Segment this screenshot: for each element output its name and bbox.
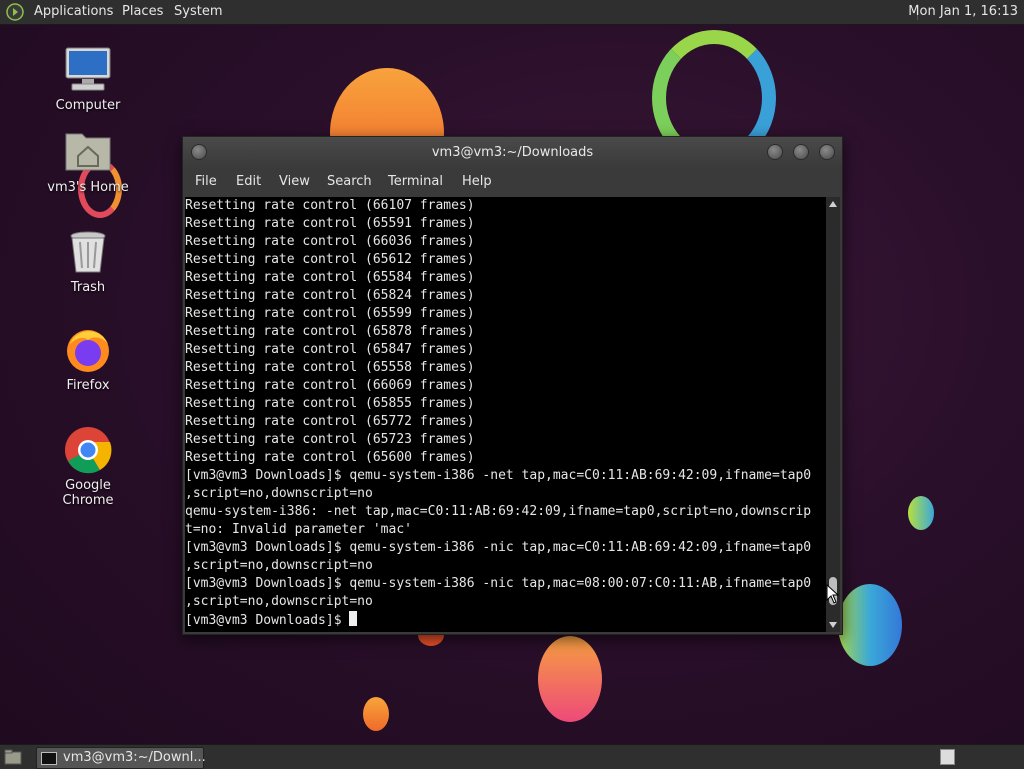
terminal-line: Resetting rate control (65584 frames) — [185, 270, 475, 285]
terminal-prompt: [vm3@vm3 Downloads]$ — [185, 613, 350, 628]
terminal-line: ,script=no,downscript=no — [185, 486, 373, 501]
desktop-icon-chrome[interactable]: Google Chrome — [38, 426, 138, 508]
terminal-line: Resetting rate control (65558 frames) — [185, 360, 475, 375]
terminal-menubar: File Edit View Search Terminal Help — [183, 168, 842, 196]
terminal-prompt-line[interactable]: [vm3@vm3 Downloads]$ — [185, 611, 826, 629]
terminal-line: ,script=no,downscript=no — [185, 594, 373, 609]
terminal-line: Resetting rate control (65723 frames) — [185, 432, 475, 447]
home-folder-icon — [64, 128, 112, 176]
desktop-icon-label: vm3's Home — [47, 180, 129, 195]
terminal-line: Resetting rate control (65878 frames) — [185, 324, 475, 339]
desktop-icon-home[interactable]: vm3's Home — [38, 128, 138, 195]
terminal-line: Resetting rate control (66036 frames) — [185, 234, 475, 249]
desktop-icon-firefox[interactable]: Firefox — [38, 326, 138, 393]
terminal-line: Resetting rate control (65855 frames) — [185, 396, 475, 411]
desktop-icon-label: Trash — [70, 280, 106, 295]
terminal-line: Resetting rate control (65600 frames) — [185, 450, 475, 465]
menu-search[interactable]: Search — [327, 174, 372, 189]
menu-file[interactable]: File — [195, 174, 217, 189]
close-button[interactable] — [819, 144, 835, 160]
show-desktop-icon[interactable] — [4, 749, 22, 765]
wallpaper-blob — [908, 496, 934, 530]
terminal-window[interactable]: vm3@vm3:~/Downloads File Edit View Searc… — [182, 136, 843, 635]
menu-terminal[interactable]: Terminal — [388, 174, 443, 189]
terminal-line: Resetting rate control (65772 frames) — [185, 414, 475, 429]
maximize-button[interactable] — [793, 144, 809, 160]
menu-view[interactable]: View — [279, 174, 310, 189]
terminal-line: [vm3@vm3 Downloads]$ qemu-system-i386 -n… — [185, 540, 812, 555]
system-menu[interactable]: System — [174, 4, 222, 19]
wallpaper-blob — [838, 584, 902, 666]
taskbar-button-label: vm3@vm3:~/Downl... — [63, 750, 206, 765]
terminal-output[interactable]: Resetting rate control (66107 frames) Re… — [185, 197, 826, 632]
terminal-line: [vm3@vm3 Downloads]$ qemu-system-i386 -n… — [185, 576, 812, 591]
terminal-line: t=no: Invalid parameter 'mac' — [185, 522, 412, 537]
places-menu[interactable]: Places — [122, 4, 163, 19]
terminal-line: Resetting rate control (65612 frames) — [185, 252, 475, 267]
terminal-line: Resetting rate control (66107 frames) — [185, 198, 475, 213]
terminal-scrollbar[interactable] — [826, 197, 840, 632]
desktop-icon-label: Computer — [55, 98, 121, 113]
scroll-down-icon[interactable] — [829, 622, 837, 628]
terminal-line: Resetting rate control (65591 frames) — [185, 216, 475, 231]
terminal-line: Resetting rate control (66069 frames) — [185, 378, 475, 393]
menu-help[interactable]: Help — [462, 174, 492, 189]
desktop-icon-computer[interactable]: Computer — [38, 46, 138, 113]
terminal-line: Resetting rate control (65847 frames) — [185, 342, 475, 357]
top-panel: Applications Places System Mon Jan 1, 16… — [0, 0, 1024, 25]
wallpaper-blob — [363, 697, 389, 731]
terminal-line: [vm3@vm3 Downloads]$ qemu-system-i386 -n… — [185, 468, 812, 483]
terminal-icon — [41, 752, 57, 765]
terminal-line: Resetting rate control (65824 frames) — [185, 288, 475, 303]
desktop-icon-trash[interactable]: Trash — [38, 228, 138, 295]
trash-icon — [64, 228, 112, 276]
terminal-line: ,script=no,downscript=no — [185, 558, 373, 573]
menu-edit[interactable]: Edit — [236, 174, 261, 189]
minimize-button[interactable] — [767, 144, 783, 160]
desktop-icon-label: Google Chrome — [62, 478, 114, 508]
window-title: vm3@vm3:~/Downloads — [431, 145, 594, 160]
computer-icon — [64, 46, 112, 94]
desktop-icon-label: Firefox — [66, 378, 110, 393]
window-titlebar[interactable]: vm3@vm3:~/Downloads — [183, 137, 842, 168]
wallpaper-blob — [538, 636, 602, 722]
terminal-line: qemu-system-i386: -net tap,mac=C0:11:AB:… — [185, 504, 812, 519]
chrome-icon — [64, 426, 112, 474]
mouse-pointer-icon — [826, 584, 840, 604]
distro-logo-icon[interactable] — [6, 3, 24, 21]
bottom-panel: vm3@vm3:~/Downl... — [0, 744, 1024, 769]
applications-menu[interactable]: Applications — [34, 4, 113, 19]
clock[interactable]: Mon Jan 1, 16:13 — [908, 4, 1018, 19]
taskbar-button-terminal[interactable]: vm3@vm3:~/Downl... — [36, 747, 206, 769]
terminal-line: Resetting rate control (65599 frames) — [185, 306, 475, 321]
text-cursor — [349, 611, 358, 626]
scroll-up-icon[interactable] — [829, 201, 837, 207]
firefox-icon — [64, 326, 112, 374]
workspace-switcher[interactable] — [940, 749, 955, 765]
